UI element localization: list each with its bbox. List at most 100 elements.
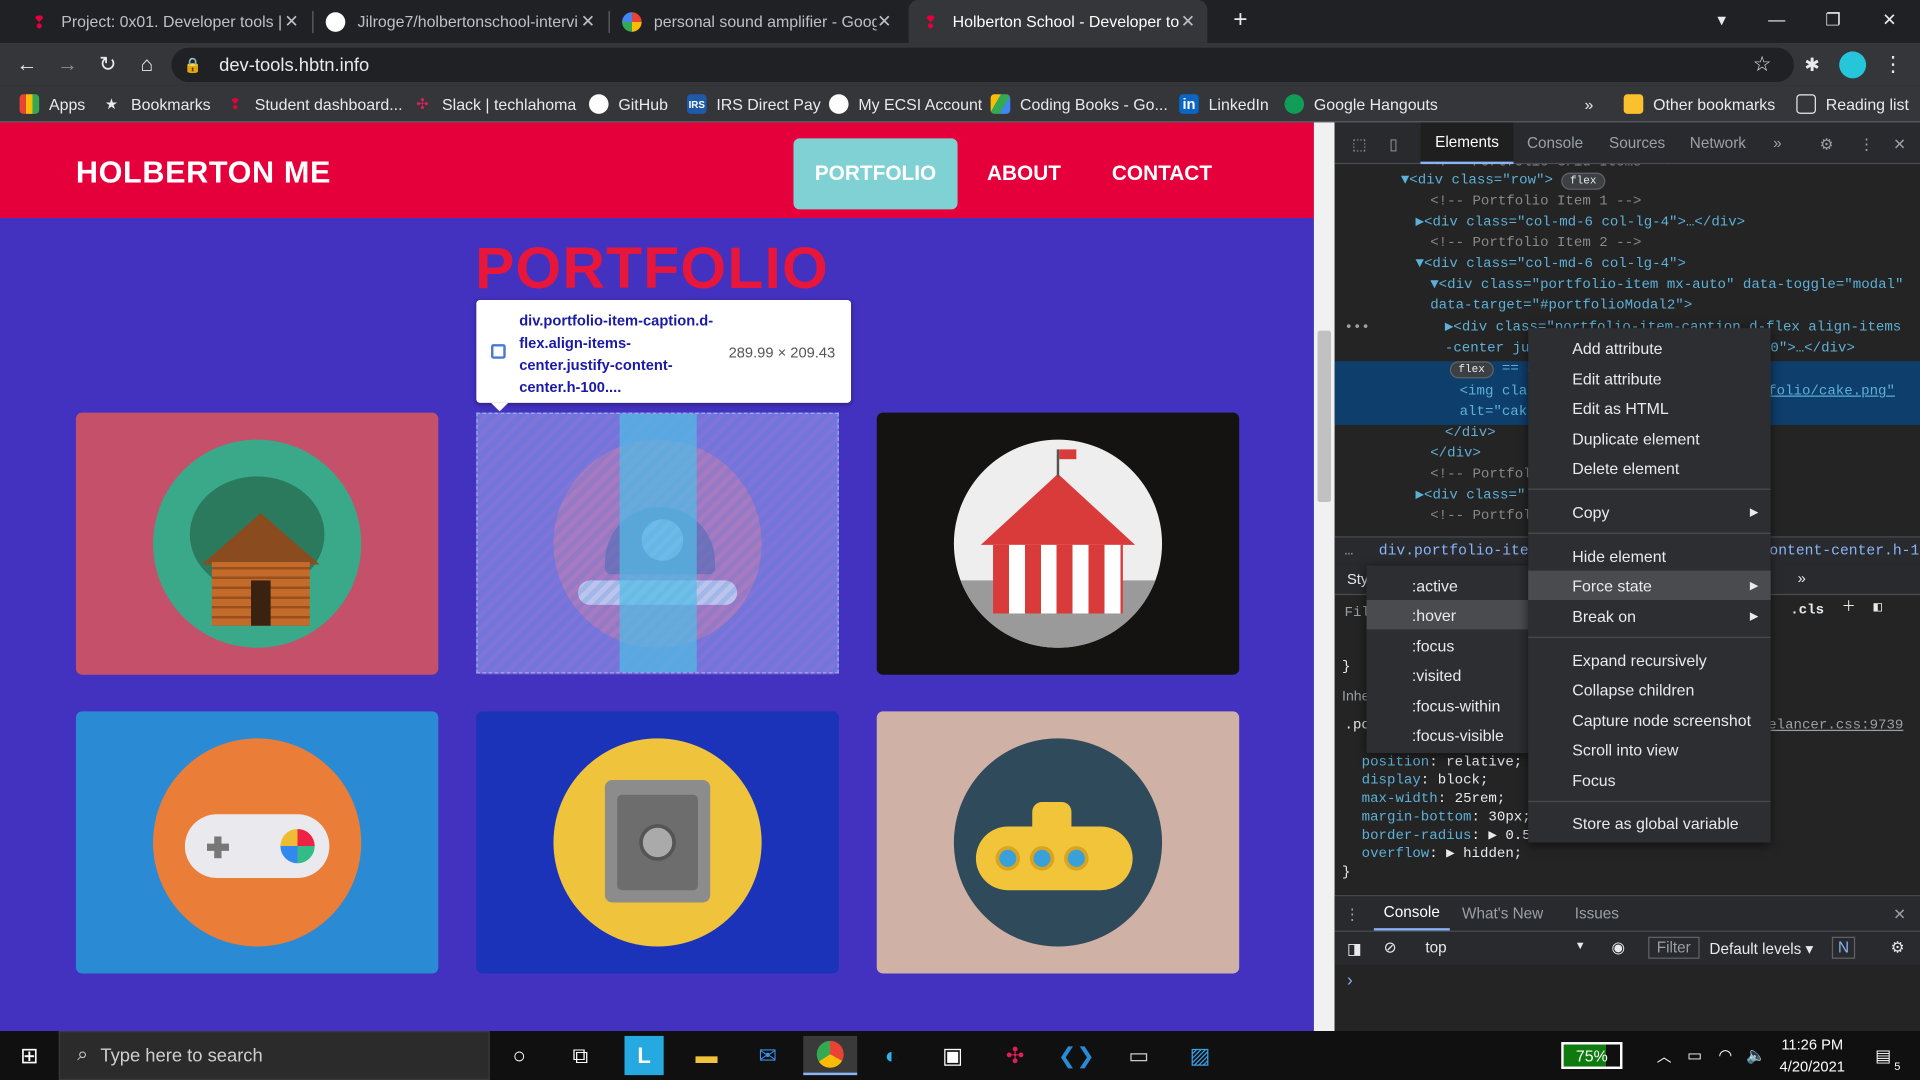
css-property[interactable]: position: relative; [1362, 754, 1523, 772]
notifications-icon[interactable]: ▤ 5 [1864, 1036, 1903, 1075]
dom-line[interactable]: <!-- Portfolio Item 1 --> [1430, 191, 1641, 212]
menu-store-global-variable[interactable]: Store as global variable [1528, 808, 1770, 837]
tab-network[interactable]: Network [1690, 122, 1746, 164]
portfolio-item-submarine[interactable] [876, 711, 1240, 974]
dom-line[interactable]: ▼<div class="portfolio-item mx-auto" dat… [1430, 274, 1903, 295]
menu-collapse-children[interactable]: Collapse children [1528, 675, 1770, 704]
class-toggle-button[interactable]: .cls [1790, 602, 1824, 620]
portfolio-item-circus[interactable] [876, 412, 1240, 675]
reload-button[interactable]: ↻ [91, 48, 125, 82]
menu-delete-element[interactable]: Delete element [1528, 453, 1770, 482]
force-state-hover[interactable]: :hover [1366, 600, 1531, 630]
forward-button[interactable]: → [50, 48, 84, 82]
close-drawer-icon[interactable]: ✕ [1893, 896, 1906, 930]
taskbar-search-box[interactable]: ⌕ Type here to search [58, 1031, 490, 1080]
menu-edit-attribute[interactable]: Edit attribute [1528, 364, 1770, 393]
chevron-down-icon[interactable]: ▼ [1575, 939, 1586, 951]
close-tab-icon[interactable]: ✕ [581, 11, 595, 32]
breadcrumb-ellipsis[interactable]: … [1345, 542, 1354, 559]
dom-line[interactable]: ▼<div class="row"> flex [1401, 170, 1606, 191]
dom-line[interactable]: <!-- Portfol [1430, 464, 1531, 485]
computed-sidebar-icon[interactable]: ◧ [1873, 600, 1881, 618]
extensions-puzzle-icon[interactable]: ✱ [1795, 48, 1829, 82]
more-sidebar-tabs[interactable]: » [1798, 569, 1806, 586]
close-tab-icon[interactable]: ✕ [877, 11, 891, 32]
flex-badge[interactable]: flex [1561, 172, 1606, 190]
minimize-button[interactable]: — [1749, 0, 1805, 39]
force-state-focus[interactable]: :focus [1367, 631, 1531, 660]
profile-avatar[interactable] [1836, 48, 1870, 82]
address-bar[interactable]: 🔒 dev-tools.hbtn.info [171, 47, 1794, 83]
chrome-menu-icon[interactable]: ⋮ [1876, 48, 1910, 82]
tab-styles[interactable]: Sty [1347, 571, 1368, 588]
console-sidebar-icon[interactable]: ◨ [1347, 939, 1361, 957]
tab-elements[interactable]: Elements [1420, 122, 1514, 165]
chrome-taskbar-icon[interactable] [803, 1035, 858, 1076]
force-state-focus-within[interactable]: :focus-within [1367, 691, 1531, 720]
task-view-icon[interactable]: ⧉ [561, 1036, 600, 1075]
css-property[interactable]: display: block; [1362, 773, 1489, 791]
dom-line[interactable]: </div> [1430, 443, 1481, 464]
tab-project-dev-tools[interactable]: ❢ Project: 0x01. Developer tools | H ✕ [17, 0, 311, 43]
breadcrumb-tail[interactable]: ontent-center.h-1 [1769, 542, 1919, 559]
bookmark-irs[interactable]: IRS IRS Direct Pay [686, 92, 821, 116]
vscode-icon[interactable]: ❮❯ [1057, 1036, 1096, 1075]
force-state-visited[interactable]: :visited [1367, 660, 1531, 689]
flex-badge[interactable]: flex [1449, 361, 1494, 379]
issues-badge[interactable]: N [1831, 936, 1856, 959]
dom-ellipsis[interactable]: ••• [1345, 317, 1370, 338]
bookmark-linkedin[interactable]: in LinkedIn [1179, 92, 1269, 116]
rule-source-link[interactable]: elancer.css:9739 [1768, 718, 1903, 736]
eye-icon[interactable]: ◉ [1611, 938, 1624, 956]
menu-duplicate-element[interactable]: Duplicate element [1528, 424, 1770, 453]
tab-google-search[interactable]: personal sound amplifier - Googl ✕ [610, 0, 904, 43]
system-clock[interactable]: 11:26 PM 4/20/2021 [1771, 1033, 1854, 1077]
photos-icon[interactable]: ▨ [1180, 1036, 1219, 1075]
css-property[interactable]: max-width: 25rem; [1362, 791, 1506, 809]
bookmark-slack[interactable]: ✣ Slack | techlahoma [413, 92, 576, 116]
app-l-icon[interactable]: L [624, 1035, 664, 1076]
menu-copy[interactable]: Copy ▶ [1528, 497, 1770, 526]
dom-line[interactable]: data-target="#portfolioModal2"> [1430, 295, 1692, 316]
new-style-rule-icon[interactable]: ＋ [1842, 600, 1856, 618]
other-bookmarks[interactable]: Other bookmarks [1623, 92, 1775, 116]
css-property[interactable]: overflow: ▶ hidden; [1362, 846, 1523, 864]
restore-button[interactable]: ❐ [1805, 0, 1861, 39]
slack-taskbar-icon[interactable]: ✣ [996, 1036, 1035, 1075]
reading-list[interactable]: Reading list [1796, 92, 1909, 116]
home-button[interactable]: ⌂ [130, 48, 164, 82]
device-toolbar-icon[interactable]: ▯ [1379, 122, 1408, 164]
default-levels-dropdown[interactable]: Default levels ▾ [1709, 939, 1813, 957]
portfolio-item-game[interactable] [75, 711, 439, 974]
edge-icon[interactable]: ◐ [872, 1036, 911, 1075]
dom-line[interactable]: ▼<div class="col-md-6 col-lg-4"> [1416, 253, 1686, 274]
dom-line[interactable]: <!-- Portfol [1430, 506, 1531, 527]
nav-portfolio-link[interactable]: PORTFOLIO [793, 138, 958, 210]
close-tab-icon[interactable]: ✕ [1181, 11, 1195, 32]
tab-console[interactable]: Console [1527, 122, 1583, 164]
portfolio-item-cabin[interactable] [75, 412, 439, 675]
menu-hide-element[interactable]: Hide element [1528, 541, 1770, 570]
page-scrollbar[interactable] [1313, 122, 1335, 1032]
tab-holberton-active[interactable]: ❢ Holberton School - Developer to ✕ [908, 0, 1208, 43]
tab-sources[interactable]: Sources [1609, 122, 1665, 164]
console-prompt[interactable]: › [1347, 970, 1353, 990]
close-window-button[interactable]: ✕ [1861, 0, 1917, 39]
console-settings-gear-icon[interactable]: ⚙ [1891, 938, 1905, 956]
css-property[interactable]: margin-bottom: 30px; [1362, 809, 1531, 827]
scrollbar-thumb[interactable] [1317, 330, 1332, 503]
inspect-element-icon[interactable]: ⬚ [1345, 122, 1374, 164]
devtools-menu-icon[interactable]: ⋮ [1859, 122, 1874, 164]
site-brand[interactable]: HOLBERTON ME [76, 156, 331, 192]
portfolio-item-safe[interactable] [476, 711, 839, 974]
tab-search-icon[interactable]: ▾ [1693, 0, 1749, 39]
bookmark-github[interactable]: GitHub [588, 92, 668, 116]
bookmarks-overflow-button[interactable]: » [1585, 92, 1594, 116]
windows-start-icon[interactable]: ⊞ [10, 1036, 49, 1075]
mail-icon[interactable]: ✉ [748, 1036, 787, 1075]
menu-scroll-into-view[interactable]: Scroll into view [1528, 735, 1770, 764]
cortana-icon[interactable]: ○ [500, 1036, 539, 1075]
console-filter-input[interactable]: Filter [1648, 936, 1700, 959]
store-icon[interactable]: ▣ [933, 1036, 972, 1075]
terminal-icon[interactable]: ▭ [1119, 1036, 1158, 1075]
